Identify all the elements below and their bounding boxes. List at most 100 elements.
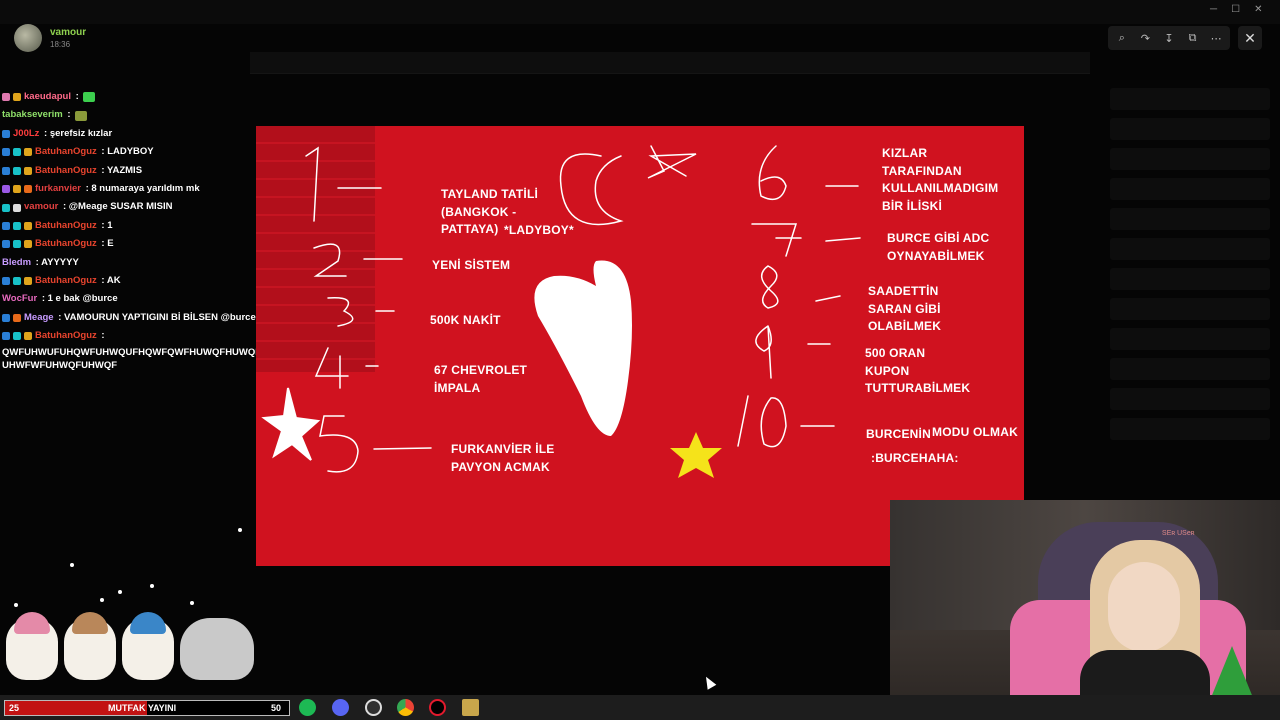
number-5 [319,415,359,473]
label-saadettin: SAADETTİN SARAN GİBİ OLABİLMEK [868,284,942,333]
penguin-brown-hat [64,612,116,680]
download-icon[interactable]: ↧ [1159,28,1179,48]
viewer-toolbar: ⌕ ↷ ↧ ⧉ ⋯ [1108,26,1230,50]
avatar[interactable] [14,24,42,52]
number-8 [761,265,779,309]
chat-username[interactable]: Bledm [2,254,31,272]
yellow-star [670,432,722,478]
snowflake [238,528,242,532]
window-close-icon[interactable]: ✕ [1254,4,1262,15]
league-icon[interactable] [462,699,479,716]
chat-username[interactable]: WocFur [2,290,37,308]
chat-badge-icon [2,314,10,323]
chat-badge-icon [13,203,21,212]
chat-username[interactable]: vamour [24,198,58,216]
number-6 [758,145,787,201]
chat-username[interactable]: Meage [24,309,54,327]
chat-badge-icon [13,277,21,286]
label-yeni-sistem: YENİ SİSTEM [432,258,511,272]
chat-badge-icon [2,240,10,249]
chat-text: : [98,330,105,342]
chat-username[interactable]: BatuhanOguz [35,143,97,161]
chat-text: : 1 [98,219,113,231]
crescent-drawing [559,153,624,226]
minimize-icon[interactable]: ─ [1210,4,1217,15]
chat-text: : şerefsiz kızlar [41,127,113,139]
chat-badge-icon [13,166,21,175]
chat-badge-icon [24,222,32,231]
chat-text: : [64,109,74,121]
chat-badge-icon [24,332,32,341]
label-chevrolet: 67 CHEVROLET İMPALA [434,363,528,395]
chat-badge-icon [2,203,10,212]
snowflake [14,603,18,607]
background-titlebar [0,0,1280,24]
chat-badge-icon [2,185,10,194]
chrome-icon[interactable] [397,699,414,716]
chat-badge-icon [13,222,21,231]
chat-text: : YAZMIS [98,164,143,176]
background-sidebar [1100,80,1280,500]
number-10 [737,395,787,448]
opera-icon[interactable] [429,699,446,716]
number-3 [327,297,354,327]
label-ladyboy: *LADYBOY* [504,223,574,237]
close-viewer-button[interactable]: ✕ [1238,26,1262,50]
snowflake [100,598,104,602]
label-kizlar: KIZLAR TARAFINDAN KULLANILMADIGIM BİR İL… [882,146,999,213]
chat-badge-icon [24,240,32,249]
chat-text: : VAMOURUN YAPTIGINI Bİ BİLSEN @burce , [55,311,262,323]
chat-badge-icon [2,166,10,175]
maximize-icon[interactable]: ☐ [1231,4,1240,15]
chat-badge-icon [13,332,21,341]
label-burce-adc: BURCE GİBİ ADC OYNAYABİLMEK [887,231,990,263]
share-icon[interactable]: ↷ [1136,28,1156,48]
snowflake [150,584,154,588]
chat-username[interactable]: BatuhanOguz [35,327,97,345]
chat-text: : [73,91,82,102]
chat-username[interactable]: furkanvier [35,180,81,198]
chat-username[interactable]: kaeudapul [24,88,71,106]
chat-message: kaeudapul : [2,88,382,106]
viewer-time: 18:36 [50,40,71,49]
chat-text: : LADYBOY [98,146,154,158]
more-icon[interactable]: ⋯ [1206,28,1226,48]
open-icon[interactable]: ⧉ [1183,28,1203,48]
chat-badge-icon [24,166,32,175]
chat-badge-icon [13,93,21,102]
label-burcehaha: :BURCEHAHA: [871,451,959,465]
zoom-icon[interactable]: ⌕ [1112,28,1132,48]
label-burcenin: BURCENİN [866,427,931,441]
viewer-username[interactable]: vamour [50,27,86,38]
chat-badge-icon [2,277,10,286]
heart-shape [534,260,632,436]
number-4 [314,347,349,389]
chat-username[interactable]: BatuhanOguz [35,162,97,180]
chat-badge-icon [13,314,21,323]
viewer-user-card: vamour 18:36 [14,24,86,52]
obs-icon[interactable] [365,699,382,716]
white-scribble-star [261,387,321,461]
chat-badge-icon [13,148,21,157]
discord-icon[interactable] [332,699,349,716]
chat-text: : AYYYYY [33,256,79,268]
penguin-pink-hat [6,612,58,680]
chat-username[interactable]: BatuhanOguz [35,217,97,235]
number-2 [313,243,347,277]
chat-text: : 1 e bak @burce [39,293,118,305]
chat-username[interactable]: tabakseverim [2,106,63,124]
label-kupon: 500 ORAN KUPON TUTTURABİLMEK [865,346,971,395]
chat-username[interactable]: J00Lz [13,125,39,143]
chat-badge-icon [24,185,32,194]
chat-username[interactable]: BatuhanOguz [35,235,97,253]
chat-username[interactable]: BatuhanOguz [35,272,97,290]
chat-emote-icon [83,92,96,103]
spotify-icon[interactable] [299,699,316,716]
penguin-blue-hat [122,612,174,680]
chat-badge-icon [2,93,10,102]
chat-badge-icon [2,130,10,139]
star-outline-drawing [647,145,697,179]
label-furkanvier: FURKANVİER İLE PAVYON ACMAK [451,442,555,474]
gray-cat [180,618,254,680]
chat-badge-icon [2,148,10,157]
